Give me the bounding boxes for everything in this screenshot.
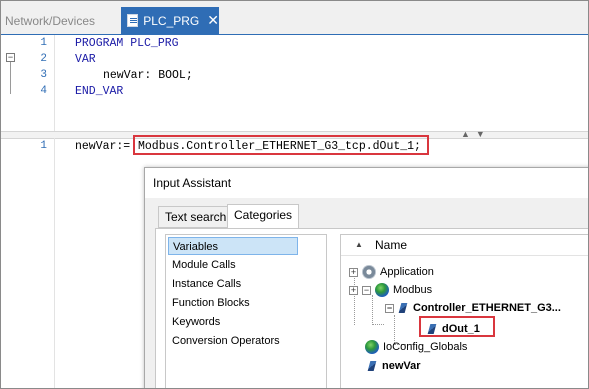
line-number: 2	[40, 53, 47, 65]
variable-tree: ▲ Name + Application + − Modbus − Contro…	[340, 234, 588, 388]
collapse-icon[interactable]: −	[385, 303, 394, 313]
globe-icon	[375, 283, 389, 297]
expand-icon[interactable]: +	[349, 267, 358, 277]
tab-network-devices[interactable]: Network/Devices	[5, 7, 95, 34]
globe-icon	[365, 340, 379, 354]
code-line[interactable]: END_VAR	[75, 83, 123, 100]
category-conversion-operators[interactable]: Conversion Operators	[168, 332, 298, 350]
editor-window: Network/Devices PLC_PRG ✕ − 1 PROGRAM PL…	[0, 0, 589, 389]
column-header-name[interactable]: Name	[375, 238, 407, 252]
category-keywords[interactable]: Keywords	[168, 313, 298, 331]
expression-highlight-box	[133, 135, 429, 155]
tab-network-devices-label: Network/Devices	[5, 13, 96, 28]
category-instance-calls[interactable]: Instance Calls	[168, 275, 298, 293]
tree-node-label: Modbus	[393, 284, 433, 296]
line-number: 1	[40, 140, 47, 152]
dout-highlight-box	[419, 316, 495, 337]
sort-icon[interactable]: ▲	[355, 240, 363, 249]
tree-node-ioconfig[interactable]: IoConfig_Globals	[365, 338, 467, 356]
tree-node-label: IoConfig_Globals	[383, 341, 468, 353]
tab-plc-prg[interactable]: PLC_PRG ✕	[121, 7, 219, 34]
tab-categories[interactable]: Categories	[227, 204, 300, 228]
gutter-divider	[54, 138, 55, 388]
tab-plc-prg-label: PLC_PRG	[143, 13, 200, 28]
expand-icon[interactable]: +	[349, 285, 358, 295]
code-lhs[interactable]: newVar:=	[75, 138, 130, 155]
category-list: Variables Module Calls Instance Calls Fu…	[165, 234, 327, 388]
close-icon[interactable]: ✕	[207, 12, 219, 29]
category-variables[interactable]: Variables	[168, 237, 298, 255]
variable-icon	[367, 360, 377, 372]
splitter-arrows-icon[interactable]: ▲▼	[461, 129, 491, 139]
tree-node-modbus[interactable]: + − Modbus	[349, 281, 432, 299]
gutter-divider	[54, 35, 55, 131]
category-module-calls[interactable]: Module Calls	[168, 256, 298, 274]
tree-node-label: newVar	[382, 360, 421, 372]
tree-node-application[interactable]: + Application	[349, 263, 434, 281]
variable-icon	[398, 302, 408, 314]
input-assistant-dialog: Input Assistant Text search Categories V…	[144, 167, 588, 388]
application-icon	[362, 265, 376, 279]
line-number: 4	[40, 85, 47, 97]
code-line[interactable]: VAR	[75, 51, 96, 68]
line-number: 1	[40, 37, 47, 49]
line-number: 3	[40, 69, 47, 81]
category-function-blocks[interactable]: Function Blocks	[168, 294, 298, 312]
tree-node-label: Application	[380, 266, 434, 278]
tab-bar: Network/Devices PLC_PRG ✕	[1, 1, 588, 35]
tree-node-label: Controller_ETHERNET_G3...	[413, 302, 561, 314]
tab-text-search[interactable]: Text search	[158, 206, 234, 228]
dialog-title: Input Assistant	[153, 176, 232, 190]
tree-node-newvar[interactable]: newVar	[367, 357, 421, 375]
tree-guide	[372, 295, 374, 325]
code-line[interactable]: PROGRAM PLC_PRG	[75, 35, 179, 52]
tree-header: ▲ Name	[341, 235, 588, 256]
st-pou-icon	[127, 14, 139, 27]
tree-node-controller[interactable]: − Controller_ETHERNET_G3...	[385, 299, 561, 317]
collapse-icon[interactable]: −	[362, 285, 371, 295]
code-line[interactable]: newVar: BOOL;	[103, 67, 193, 84]
tree-guide	[372, 324, 384, 326]
